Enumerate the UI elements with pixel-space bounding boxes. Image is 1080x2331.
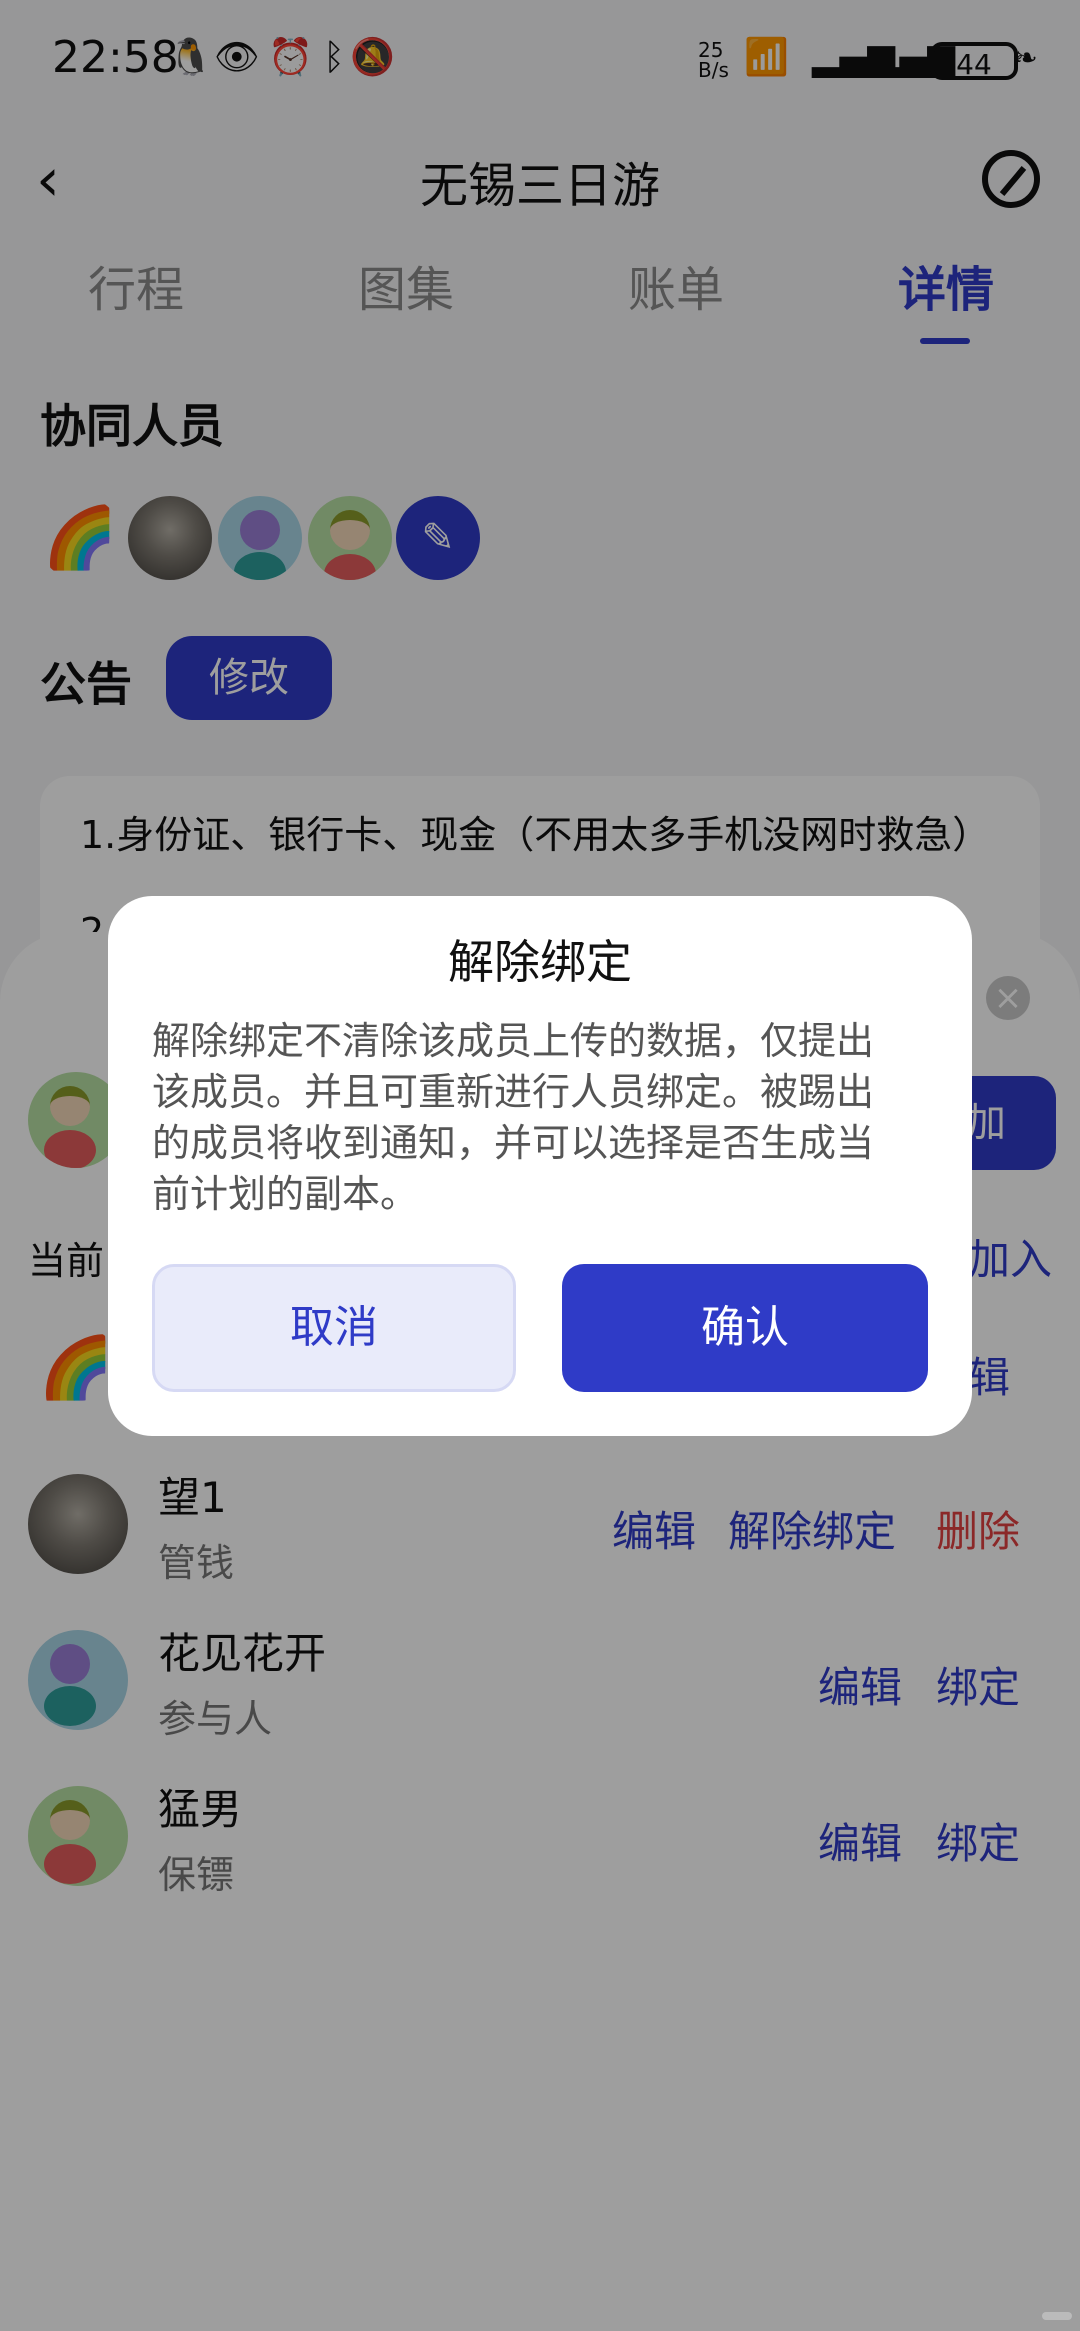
dialog-title: 解除绑定	[448, 935, 632, 989]
cancel-button[interactable]: 取消	[152, 1264, 516, 1392]
confirm-button[interactable]: 确认	[562, 1264, 928, 1392]
home-indicator	[1042, 2312, 1072, 2320]
dialog-message: 解除绑定不清除该成员上传的数据，仅提出该成员。并且可重新进行人员绑定。被踢出的成…	[152, 1019, 875, 1216]
